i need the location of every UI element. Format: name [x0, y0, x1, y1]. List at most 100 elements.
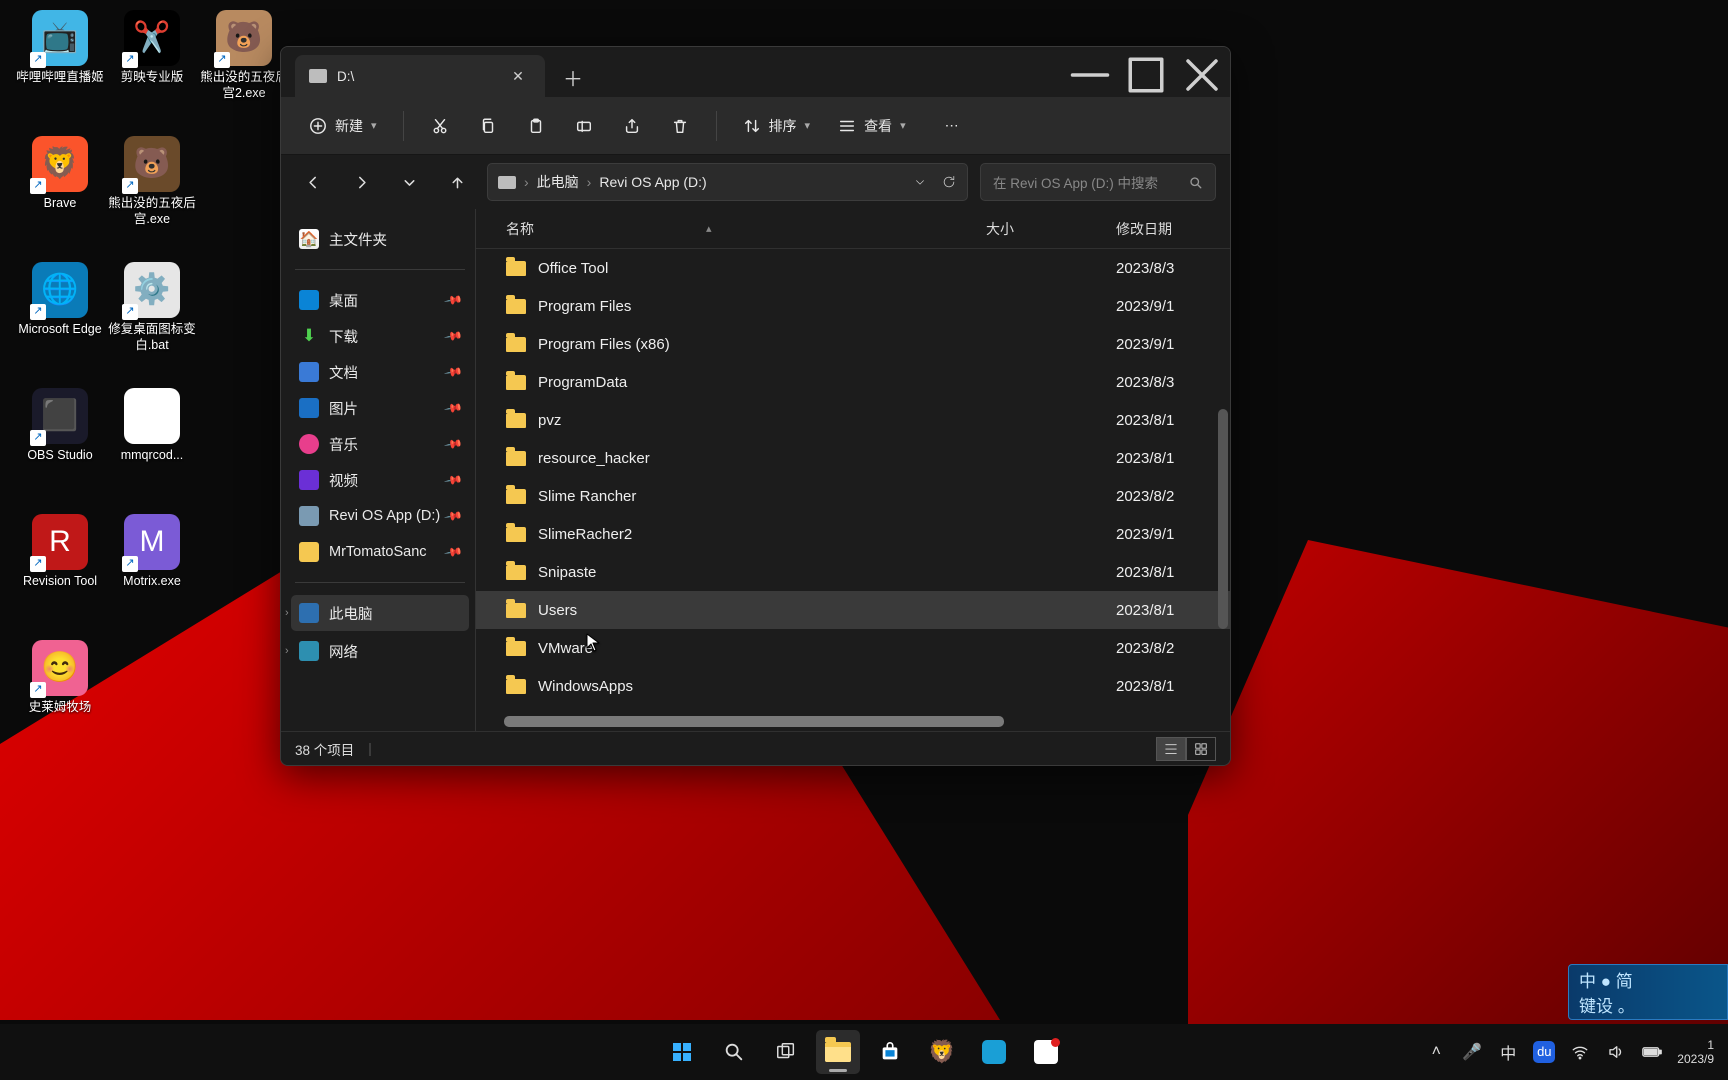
desktop-icon[interactable]: 🌐↗Microsoft Edge	[14, 258, 106, 378]
item-count: 38 个项目	[295, 739, 354, 759]
folder-icon	[506, 413, 526, 428]
sidebar-item[interactable]: Revi OS App (D:)📌	[291, 498, 469, 534]
drive-icon	[309, 69, 327, 83]
expand-icon[interactable]: ›	[285, 645, 289, 657]
chevron-down-icon: ▾	[900, 119, 906, 132]
table-row[interactable]: SlimeRacher22023/9/1	[476, 515, 1230, 553]
search-button[interactable]	[712, 1030, 756, 1074]
table-row[interactable]: Program Files (x86)2023/9/1	[476, 325, 1230, 363]
desktop-icon[interactable]: ⚙️↗修复桌面图标变白.bat	[106, 258, 198, 378]
forward-button[interactable]	[343, 164, 379, 200]
sidebar-item[interactable]: 桌面📌	[291, 282, 469, 318]
desktop-icon[interactable]: R↗Revision Tool	[14, 510, 106, 630]
toolbar: 新建 ▾ 排序 ▾ 查看 ▾ ⋯	[281, 97, 1230, 155]
table-row[interactable]: Users2023/8/1	[476, 591, 1230, 629]
desktop-icon[interactable]: 📺↗哔哩哔哩直播姬	[14, 6, 106, 126]
app-taskbar-icon-2[interactable]	[1024, 1030, 1068, 1074]
baidu-icon[interactable]: du	[1527, 1030, 1561, 1074]
folder-icon	[506, 527, 526, 542]
rename-button[interactable]	[562, 107, 606, 145]
close-button[interactable]	[1174, 53, 1230, 97]
chevron-down-icon[interactable]	[913, 175, 927, 189]
desktop-icon[interactable]: M↗Motrix.exe	[106, 510, 198, 630]
desktop-icon[interactable]: ⬛↗OBS Studio	[14, 384, 106, 504]
sidebar-item[interactable]: ⬇下载📌	[291, 318, 469, 354]
view-button[interactable]: 查看 ▾	[826, 107, 918, 145]
sidebar-item[interactable]: MrTomatoSanc📌	[291, 534, 469, 570]
sidebar-item[interactable]: 图片📌	[291, 390, 469, 426]
sidebar-item[interactable]: 视频📌	[291, 462, 469, 498]
new-tab-button[interactable]: ＋	[553, 57, 593, 97]
tab-close-icon[interactable]: ✕	[505, 63, 531, 89]
pc-icon	[299, 603, 319, 623]
wifi-icon[interactable]	[1563, 1030, 1597, 1074]
desktop-icon[interactable]: ✂️↗剪映专业版	[106, 6, 198, 126]
cut-button[interactable]	[418, 107, 462, 145]
status-bar: 38 个项目 |	[281, 731, 1230, 765]
title-bar[interactable]: D:\ ✕ ＋	[281, 47, 1230, 97]
window-tab[interactable]: D:\ ✕	[295, 55, 545, 97]
task-view-button[interactable]	[764, 1030, 808, 1074]
sidebar-item[interactable]: 文档📌	[291, 354, 469, 390]
table-row[interactable]: ProgramData2023/8/3	[476, 363, 1230, 401]
column-headers[interactable]: 名称▴ 大小 修改日期	[476, 209, 1230, 249]
taskbar[interactable]: 🦁 ˄ 🎤 中 du 1 2023/9	[0, 1024, 1728, 1080]
sidebar-home[interactable]: 主文件夹	[291, 221, 469, 257]
address-bar[interactable]: › 此电脑 › Revi OS App (D:)	[487, 163, 968, 201]
pin-icon: 📌	[443, 326, 463, 346]
new-button[interactable]: 新建 ▾	[297, 107, 389, 145]
start-button[interactable]	[660, 1030, 704, 1074]
table-row[interactable]: pvz2023/8/1	[476, 401, 1230, 439]
sort-button[interactable]: 排序 ▾	[731, 107, 823, 145]
table-row[interactable]: Program Files2023/9/1	[476, 287, 1230, 325]
pin-icon: 📌	[443, 434, 463, 454]
sidebar-item[interactable]: 音乐📌	[291, 426, 469, 462]
icons-view-button[interactable]	[1186, 737, 1216, 761]
horizontal-scrollbar[interactable]	[504, 716, 1004, 727]
details-view-button[interactable]	[1156, 737, 1186, 761]
ime-indicator[interactable]: 中	[1491, 1030, 1525, 1074]
expand-icon[interactable]: ›	[285, 607, 289, 619]
sidebar-network[interactable]: › 网络	[291, 633, 469, 669]
up-button[interactable]	[439, 164, 475, 200]
desktop-icon[interactable]: 🐻↗熊出没的五夜后宫2.exe	[198, 6, 290, 126]
delete-button[interactable]	[658, 107, 702, 145]
share-button[interactable]	[610, 107, 654, 145]
paste-button[interactable]	[514, 107, 558, 145]
desktop-icon[interactable]: 🐻↗熊出没的五夜后宫.exe	[106, 132, 198, 252]
table-row[interactable]: Snipaste2023/8/1	[476, 553, 1230, 591]
desktop-icon[interactable]: 😊↗史莱姆牧场	[14, 636, 106, 756]
brave-taskbar-icon[interactable]: 🦁	[920, 1030, 964, 1074]
vertical-scrollbar[interactable]	[1218, 409, 1228, 629]
maximize-button[interactable]	[1118, 53, 1174, 97]
file-explorer-window: D:\ ✕ ＋ 新建 ▾	[280, 46, 1231, 766]
folder-icon	[506, 299, 526, 314]
desktop-icon[interactable]: 🦁↗Brave	[14, 132, 106, 252]
breadcrumb-drive[interactable]: Revi OS App (D:)	[599, 174, 706, 190]
recent-button[interactable]	[391, 164, 427, 200]
folder-icon: ⬇	[299, 326, 319, 346]
table-row[interactable]: Office Tool2023/8/3	[476, 249, 1230, 287]
table-row[interactable]: resource_hacker2023/8/1	[476, 439, 1230, 477]
back-button[interactable]	[295, 164, 331, 200]
sidebar-this-pc[interactable]: › 此电脑	[291, 595, 469, 631]
copy-button[interactable]	[466, 107, 510, 145]
app-taskbar-icon[interactable]	[972, 1030, 1016, 1074]
search-icon	[1188, 175, 1203, 190]
breadcrumb-pc[interactable]: 此电脑	[537, 172, 579, 192]
folder-icon	[299, 398, 319, 418]
table-row[interactable]: WindowsApps2023/8/1	[476, 667, 1230, 705]
tray-overflow-icon[interactable]: ˄	[1419, 1030, 1453, 1074]
refresh-icon[interactable]	[941, 174, 957, 190]
more-button[interactable]: ⋯	[930, 107, 974, 145]
battery-icon[interactable]	[1635, 1030, 1669, 1074]
clock[interactable]: 1 2023/9	[1671, 1038, 1720, 1067]
desktop-icon[interactable]: ▦mmqrcod...	[106, 384, 198, 504]
volume-icon[interactable]	[1599, 1030, 1633, 1074]
search-input[interactable]: 在 Revi OS App (D:) 中搜索	[980, 163, 1216, 201]
explorer-taskbar-icon[interactable]	[816, 1030, 860, 1074]
store-taskbar-icon[interactable]	[868, 1030, 912, 1074]
minimize-button[interactable]	[1062, 53, 1118, 97]
table-row[interactable]: Slime Rancher2023/8/2	[476, 477, 1230, 515]
mic-icon[interactable]: 🎤	[1455, 1030, 1489, 1074]
